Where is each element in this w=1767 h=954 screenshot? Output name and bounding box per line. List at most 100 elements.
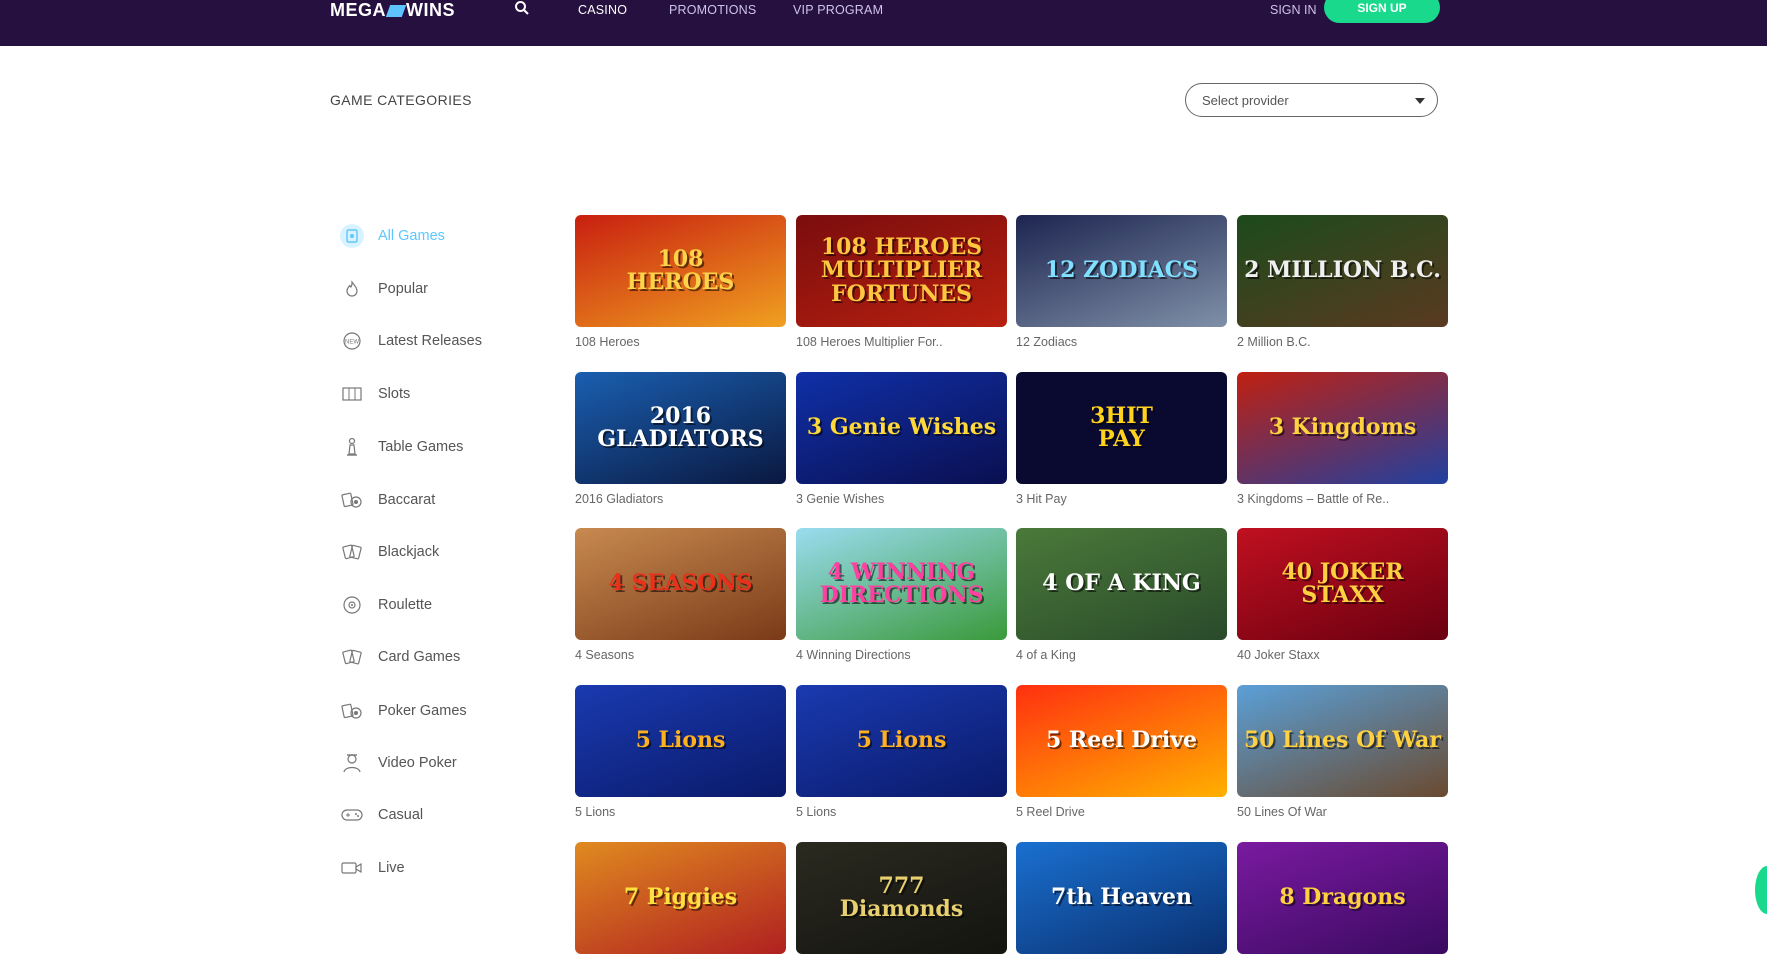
sidebar-item-table-games[interactable]: Table Games [340, 433, 463, 461]
game-thumbnail[interactable]: 108 HEROES MULTIPLIER FORTUNES [796, 215, 1007, 327]
game-title[interactable]: 4 of a King [1016, 648, 1227, 662]
all-games-icon [340, 224, 364, 248]
gamepad-icon [340, 803, 364, 827]
game-tile[interactable]: 4 WINNING DIRECTIONS 4 Winning Directions [796, 528, 1007, 662]
game-thumbnail-title: 3 Genie Wishes [806, 414, 997, 441]
nav-promotions[interactable]: PROMOTIONS [669, 3, 756, 17]
game-tile[interactable]: 5 Lions 5 Lions [796, 685, 1007, 819]
game-tile[interactable]: 50 Lines Of War 50 Lines Of War [1237, 685, 1448, 819]
game-thumbnail[interactable]: 40 JOKER STAXX [1237, 528, 1448, 640]
game-thumbnail[interactable]: 4 OF A KING [1016, 528, 1227, 640]
game-title[interactable]: 4 Winning Directions [796, 648, 1007, 662]
game-tile[interactable]: 7 Piggies [575, 842, 786, 954]
sidebar-item-video-poker[interactable]: Video Poker [340, 749, 457, 777]
game-thumbnail-title: 5 Lions [856, 727, 947, 754]
game-tile[interactable]: 108 HEROES 108 Heroes [575, 215, 786, 349]
game-title[interactable]: 108 Heroes [575, 335, 786, 349]
game-title[interactable]: 2 Million B.C. [1237, 335, 1448, 349]
game-tile[interactable]: 40 JOKER STAXX 40 Joker Staxx [1237, 528, 1448, 662]
game-thumbnail[interactable]: 8 Dragons [1237, 842, 1448, 954]
sidebar-item-latest-releases[interactable]: NEW Latest Releases [340, 327, 482, 355]
game-thumbnail-title: 4 OF A KING [1042, 570, 1201, 597]
game-tile[interactable]: 12 ZODIACS 12 Zodiacs [1016, 215, 1227, 349]
game-tile[interactable]: 4 OF A KING 4 of a King [1016, 528, 1227, 662]
chat-launcher-button[interactable] [1755, 866, 1767, 914]
dealer-icon [340, 751, 364, 775]
sidebar-item-all-games[interactable]: All Games [340, 222, 445, 250]
game-tile[interactable]: 3 Genie Wishes 3 Genie Wishes [796, 372, 1007, 506]
game-thumbnail-title: 2 MILLION B.C. [1244, 257, 1441, 284]
game-thumbnail[interactable]: 3HIT PAY [1016, 372, 1227, 484]
game-thumbnail[interactable]: 2016 GLADIATORS [575, 372, 786, 484]
flame-icon [340, 277, 364, 301]
game-thumbnail[interactable]: 7th Heaven [1016, 842, 1227, 954]
sidebar-item-card-games[interactable]: Card Games [340, 643, 460, 671]
nav-vip-program[interactable]: VIP PROGRAM [793, 3, 883, 17]
game-thumbnail[interactable]: 12 ZODIACS [1016, 215, 1227, 327]
provider-select[interactable]: Select provider [1185, 83, 1438, 117]
game-thumbnail[interactable]: 5 Lions [575, 685, 786, 797]
game-title[interactable]: 5 Lions [796, 805, 1007, 819]
game-title[interactable]: 40 Joker Staxx [1237, 648, 1448, 662]
sidebar-item-live[interactable]: Live [340, 854, 405, 882]
sign-in-link[interactable]: SIGN IN [1270, 3, 1317, 17]
game-title[interactable]: 3 Genie Wishes [796, 492, 1007, 506]
game-tile[interactable]: 5 Lions 5 Lions [575, 685, 786, 819]
sidebar-item-casual[interactable]: Casual [340, 801, 423, 829]
sidebar-item-baccarat[interactable]: Baccarat [340, 486, 435, 514]
game-tile[interactable]: 8 Dragons [1237, 842, 1448, 954]
game-thumbnail[interactable]: 5 Lions [796, 685, 1007, 797]
cards-icon [340, 645, 364, 669]
game-thumbnail-title: 7 Piggies [623, 884, 738, 911]
game-thumbnail[interactable]: 3 Kingdoms [1237, 372, 1448, 484]
search-icon[interactable] [514, 0, 532, 18]
game-thumbnail-title: 3HIT PAY [1090, 402, 1153, 452]
game-tile[interactable]: 3HIT PAY 3 Hit Pay [1016, 372, 1227, 506]
sidebar-item-poker-games[interactable]: Poker Games [340, 697, 467, 725]
game-title[interactable]: 5 Lions [575, 805, 786, 819]
game-thumbnail-title: 40 JOKER STAXX [1281, 558, 1404, 608]
game-thumbnail[interactable]: 7 Piggies [575, 842, 786, 954]
game-title[interactable]: 3 Kingdoms – Battle of Re.. [1237, 492, 1448, 506]
game-tile[interactable]: 5 Reel Drive 5 Reel Drive [1016, 685, 1227, 819]
sidebar-item-label: Blackjack [378, 544, 440, 560]
game-thumbnail-title: 777 Diamonds [839, 872, 964, 922]
game-tile[interactable]: 7th Heaven [1016, 842, 1227, 954]
game-thumbnail[interactable]: 3 Genie Wishes [796, 372, 1007, 484]
game-tile[interactable]: 777 Diamonds [796, 842, 1007, 954]
new-badge-icon: NEW [340, 329, 364, 353]
megawins-logo[interactable]: MEGA WINS [330, 0, 455, 21]
sidebar-item-popular[interactable]: Popular [340, 275, 428, 303]
game-tile[interactable]: 4 SEASONS 4 Seasons [575, 528, 786, 662]
game-thumbnail[interactable]: 50 Lines Of War [1237, 685, 1448, 797]
game-thumbnail[interactable]: 2 MILLION B.C. [1237, 215, 1448, 327]
sidebar-item-roulette[interactable]: Roulette [340, 591, 432, 619]
nav-casino[interactable]: CASINO [578, 3, 627, 17]
game-thumbnail[interactable]: 4 WINNING DIRECTIONS [796, 528, 1007, 640]
game-thumbnail[interactable]: 4 SEASONS [575, 528, 786, 640]
game-title[interactable]: 50 Lines Of War [1237, 805, 1448, 819]
chess-piece-icon [340, 435, 364, 459]
game-title[interactable]: 12 Zodiacs [1016, 335, 1227, 349]
game-thumbnail[interactable]: 5 Reel Drive [1016, 685, 1227, 797]
game-title[interactable]: 4 Seasons [575, 648, 786, 662]
sidebar-item-slots[interactable]: Slots [340, 380, 410, 408]
game-title[interactable]: 2016 Gladiators [575, 492, 786, 506]
game-thumbnail-title: 4 SEASONS [608, 570, 753, 597]
game-tile[interactable]: 2016 GLADIATORS 2016 Gladiators [575, 372, 786, 506]
game-thumbnail[interactable]: 108 HEROES [575, 215, 786, 327]
game-tile[interactable]: 3 Kingdoms 3 Kingdoms – Battle of Re.. [1237, 372, 1448, 506]
game-title[interactable]: 3 Hit Pay [1016, 492, 1227, 506]
game-thumbnail-title: 5 Lions [635, 727, 726, 754]
sidebar-item-blackjack[interactable]: Blackjack [340, 538, 439, 566]
game-title[interactable]: 5 Reel Drive [1016, 805, 1227, 819]
game-thumbnail[interactable]: 777 Diamonds [796, 842, 1007, 954]
game-thumbnail-title: 108 HEROES [626, 245, 735, 295]
game-tile[interactable]: 2 MILLION B.C. 2 Million B.C. [1237, 215, 1448, 349]
game-thumbnail-title: 8 Dragons [1279, 884, 1406, 911]
game-tile[interactable]: 108 HEROES MULTIPLIER FORTUNES 108 Heroes… [796, 215, 1007, 349]
sign-up-button[interactable]: SIGN UP [1324, 0, 1440, 23]
sidebar-item-label: Popular [378, 281, 428, 297]
cards-icon [340, 540, 364, 564]
game-title[interactable]: 108 Heroes Multiplier For.. [796, 335, 1007, 349]
